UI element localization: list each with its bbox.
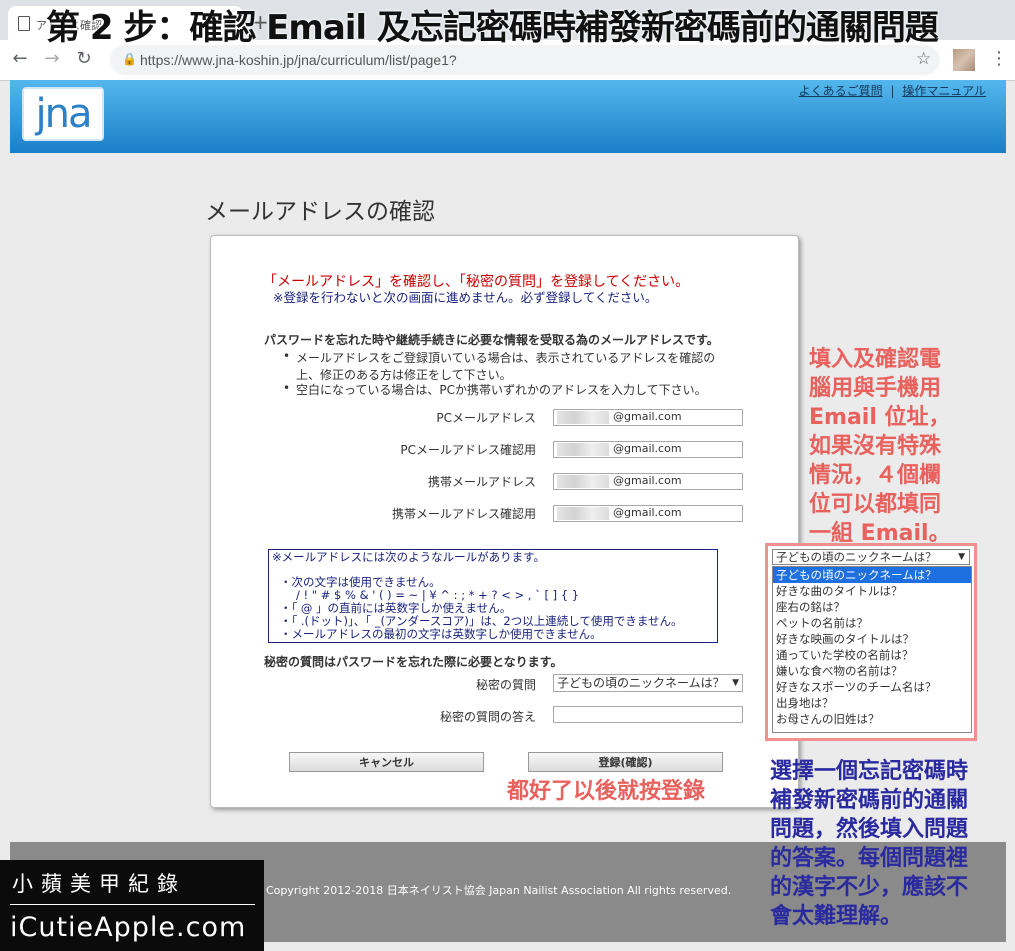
brand-url: iCutieApple.com bbox=[10, 912, 247, 943]
note-line: 補發新密碼前的通關 bbox=[770, 788, 969, 813]
page-title: メールアドレスの確認 bbox=[205, 199, 435, 225]
annotation-question-note: 選擇一個忘記密碼時 補發新密碼前的通關 問題，然後填入問題 的答案。每個問題裡 … bbox=[770, 757, 968, 931]
note-line: 填入及確認電 bbox=[809, 347, 942, 372]
address-bar[interactable]: 🔒 https://www.jna-koshin.jp/jna/curricul… bbox=[110, 45, 940, 75]
mobile-email-confirm-input[interactable]: @gmail.com bbox=[553, 505, 743, 522]
redacted-text bbox=[557, 507, 609, 520]
overlay-step-title: 第 2 步：確認 Email 及忘記密碼時補發新密碼前的通關問題 bbox=[46, 8, 939, 48]
bullet-1: • メールアドレスをご登録頂いている場合は、表示されているアドレスを確認の 上、… bbox=[283, 349, 716, 383]
copyright-text: Copyright 2012-2018 日本ネイリスト協会 Japan Nail… bbox=[266, 884, 732, 897]
chevron-down-icon: ▼ bbox=[958, 552, 965, 562]
email-rules-box: ※メールアドレスには次のようなルールがあります。 ・次の文字は使用できません。 … bbox=[268, 549, 718, 643]
logo-text: jna bbox=[35, 91, 93, 137]
secret-question-value: 子どもの頃のニックネームは？ bbox=[557, 676, 725, 690]
annotation-email-note: 填入及確認電 腦用與手機用 Email 位址， 如果沒有特殊 情況，４個欄 位可… bbox=[809, 345, 984, 548]
note-line: 選擇一個忘記密碼時 bbox=[770, 759, 969, 784]
note-line: 會太難理解。 bbox=[770, 904, 903, 929]
chevron-down-icon: ▼ bbox=[732, 678, 739, 688]
dropdown-option[interactable]: 好きな曲のタイトルは？ bbox=[773, 583, 971, 599]
bullet-2: • 空白になっている場合は、PCか携帯いずれかのアドレスを入力して下さい。 bbox=[283, 381, 707, 398]
note-line: 情況，４個欄 bbox=[809, 463, 942, 488]
site-header: jna よくあるご質問 | 操作マニュアル bbox=[10, 80, 1006, 153]
note-line: 如果沒有特殊 bbox=[809, 434, 942, 459]
note-line: 的漢字不少，應該不 bbox=[770, 875, 969, 900]
expanded-question-select[interactable]: 子どもの頃のニックネームは？ ▼ bbox=[772, 549, 970, 565]
brand-name: 小蘋美甲紀錄 bbox=[12, 872, 186, 896]
dropdown-option[interactable]: 好きな映画のタイトルは？ bbox=[773, 631, 971, 647]
bookmark-star-icon[interactable]: ☆ bbox=[916, 49, 931, 69]
note-line: 位可以都填同 bbox=[809, 492, 942, 517]
note-line: 的答案。每個問題裡 bbox=[770, 846, 969, 871]
dropdown-option[interactable]: 子どもの頃のニックネームは？ bbox=[773, 567, 971, 583]
bullet-dot: • bbox=[283, 381, 291, 395]
jna-logo[interactable]: jna bbox=[22, 87, 104, 141]
page-icon bbox=[18, 16, 30, 31]
bullet-1-line2: 上、修正のある方は修正をして下さい。 bbox=[296, 368, 512, 382]
secret-question-label: 秘密の質問 bbox=[475, 678, 536, 692]
secret-answer-input[interactable] bbox=[553, 706, 743, 723]
notice-blue: ※登録を行わないと次の画面に進めません。必ず登録してください。 bbox=[273, 290, 658, 305]
reload-icon[interactable]: ↻ bbox=[72, 48, 96, 69]
pc-email-confirm-label: PCメールアドレス確認用 bbox=[400, 443, 536, 457]
annotation-register-note: 都好了以後就按登錄 bbox=[507, 779, 706, 804]
rules-title: ※メールアドレスには次のようなルールがあります。 bbox=[272, 550, 545, 564]
email-confirm-form: 「メールアドレス」を確認し、「秘密の質問」を登録してください。 ※登録を行わない… bbox=[210, 235, 799, 808]
mobile-email-confirm-label: 携帯メールアドレス確認用 bbox=[391, 507, 536, 521]
link-separator: | bbox=[890, 84, 895, 98]
brand-watermark: 小蘋美甲紀錄 iCutieApple.com bbox=[0, 860, 264, 951]
mobile-email-input[interactable]: @gmail.com bbox=[553, 473, 743, 490]
mobile-email-label: 携帯メールアドレス bbox=[427, 475, 536, 489]
faq-link[interactable]: よくあるご質問 bbox=[799, 84, 883, 98]
secret-question-select[interactable]: 子どもの頃のニックネームは？ ▼ bbox=[553, 674, 743, 692]
rules-line5: ・メールアドレスの最初の文字は英数字しか使用できません。 bbox=[280, 627, 602, 641]
redacted-text bbox=[557, 411, 609, 424]
dropdown-option[interactable]: お母さんの旧姓は？ bbox=[773, 711, 971, 727]
forward-arrow-icon[interactable]: → bbox=[40, 48, 64, 69]
browser-menu-icon[interactable]: ⋮ bbox=[990, 48, 1008, 69]
cancel-button[interactable]: キャンセル bbox=[289, 752, 484, 772]
dropdown-option[interactable]: ペットの名前は？ bbox=[773, 615, 971, 631]
dropdown-highlight-frame: 子どもの頃のニックネームは？ ▼ 子どもの頃のニックネームは？ 好きな曲のタイト… bbox=[765, 543, 977, 741]
header-links: よくあるご質問 | 操作マニュアル bbox=[799, 82, 986, 99]
bullet-1-line1: メールアドレスをご登録頂いている場合は、表示されているアドレスを確認の bbox=[296, 351, 716, 365]
note-line: Email 位址， bbox=[809, 405, 951, 430]
register-button[interactable]: 登録(確認) bbox=[528, 752, 723, 772]
dropdown-selected-value: 子どもの頃のニックネームは？ bbox=[776, 550, 937, 564]
dropdown-option[interactable]: 座右の銘は？ bbox=[773, 599, 971, 615]
redacted-text bbox=[557, 443, 609, 456]
bullet-dot: • bbox=[283, 349, 291, 363]
dropdown-options-list: 子どもの頃のニックネームは？ 好きな曲のタイトルは？ 座右の銘は？ ペットの名前… bbox=[772, 566, 972, 733]
dropdown-option[interactable]: 嫌いな食べ物の名前は？ bbox=[773, 663, 971, 679]
secret-answer-label: 秘密の質問の答え bbox=[439, 710, 536, 724]
pc-email-input[interactable]: @gmail.com bbox=[553, 409, 743, 426]
redacted-text bbox=[557, 475, 609, 488]
pc-email-confirm-input[interactable]: @gmail.com bbox=[553, 441, 743, 458]
bullet-2-text: 空白になっている場合は、PCか携帯いずれかのアドレスを入力して下さい。 bbox=[296, 383, 707, 397]
note-line: 問題，然後填入問題 bbox=[770, 817, 969, 842]
manual-link[interactable]: 操作マニュアル bbox=[902, 84, 986, 98]
intro-text: パスワードを忘れた時や継続手続きに必要な情報を受取る為のメールアドレスです。 bbox=[264, 333, 719, 347]
back-arrow-icon[interactable]: ← bbox=[8, 48, 32, 69]
url-text[interactable]: https://www.jna-koshin.jp/jna/curriculum… bbox=[140, 52, 457, 68]
secret-intro: 秘密の質問はパスワードを忘れた際に必要となります。 bbox=[264, 655, 563, 669]
dropdown-option[interactable]: 好きなスポーツのチーム名は？ bbox=[773, 679, 971, 695]
profile-avatar[interactable] bbox=[953, 49, 975, 71]
dropdown-option[interactable]: 通っていた学校の名前は？ bbox=[773, 647, 971, 663]
dropdown-option[interactable]: 出身地は？ bbox=[773, 695, 971, 711]
lock-icon: 🔒 bbox=[122, 52, 137, 66]
note-line: 腦用與手機用 bbox=[809, 376, 942, 401]
brand-divider bbox=[10, 904, 255, 905]
pc-email-label: PCメールアドレス bbox=[436, 411, 536, 425]
